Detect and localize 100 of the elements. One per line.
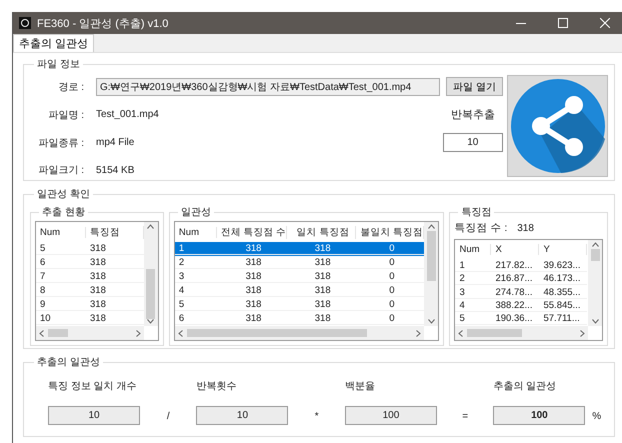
chevron-left-icon[interactable] <box>178 330 183 336</box>
chevron-right-icon[interactable] <box>580 330 585 336</box>
table-row[interactable]: 3 318 318 0 <box>174 270 424 284</box>
file-size: 5154 KB <box>96 164 134 176</box>
table-row[interactable]: 6 318 <box>36 256 144 270</box>
field-label: 추출의 일관성 <box>493 380 558 393</box>
group-title: 특징점 <box>460 206 492 219</box>
table-cell: 9 <box>36 299 86 311</box>
table-cell: 217.82... <box>491 260 540 272</box>
scrollbar-thumb[interactable] <box>426 231 436 281</box>
table-row[interactable]: 2 318 318 0 <box>174 256 424 270</box>
path-field[interactable]: G:₩연구₩2019년₩360실감형₩시험 자료₩TestData₩Test_001.mp4 <box>96 78 440 96</box>
chevron-up-icon[interactable] <box>147 224 154 229</box>
vertical-scrollbar[interactable] <box>588 240 602 326</box>
table-cell: 318 <box>216 285 286 297</box>
table-cell: 48.355... <box>539 286 588 299</box>
table-cell: 318 <box>216 313 286 325</box>
table-row[interactable]: 1 318 318 0 <box>174 242 424 256</box>
vertical-scrollbar[interactable] <box>424 222 438 326</box>
table-cell: 46.173... <box>539 273 588 286</box>
column-header[interactable]: 전체 특징점 수 <box>216 226 288 238</box>
chevron-down-icon[interactable] <box>147 319 154 324</box>
table-row[interactable]: 8 318 <box>36 284 144 298</box>
table-row[interactable]: 10 318 <box>36 312 144 326</box>
value-field: 10 <box>48 406 140 425</box>
tab[interactable]: 추출의 일관성 <box>13 34 94 52</box>
chevron-up-icon[interactable] <box>592 242 598 247</box>
horizontal-scrollbar[interactable] <box>174 326 424 340</box>
group-title: 추출 현황 <box>41 206 86 219</box>
table-cell: 1 <box>174 243 217 255</box>
file-name: Test_001.mp4 <box>96 109 159 120</box>
table-row[interactable]: 4 388.22... 55.845... <box>455 299 588 313</box>
horizontal-scrollbar[interactable] <box>455 326 588 340</box>
table-cell: 318 <box>286 257 356 269</box>
table-cell: 216.87... <box>491 273 540 286</box>
field-label: 파일종류 : <box>37 136 84 150</box>
vertical-scrollbar[interactable] <box>144 222 158 326</box>
scrollbar-thumb[interactable] <box>467 329 522 337</box>
group-title: 추출의 일관성 <box>36 356 101 369</box>
field-label: 백분율 <box>344 380 376 393</box>
field-label: 반복추출 <box>450 108 495 122</box>
field-label: 반복횟수 <box>196 380 238 393</box>
operator: * <box>314 411 320 424</box>
chevron-down-icon[interactable] <box>428 319 435 324</box>
table-cell: 3 <box>455 286 492 299</box>
table-row[interactable]: 5 190.36... 57.711... <box>455 312 588 326</box>
table-row[interactable]: 2 216.87... 46.173... <box>455 272 588 286</box>
minimize-icon <box>516 22 526 24</box>
field-label: 경로 : <box>57 80 84 94</box>
chevron-left-icon[interactable] <box>39 330 44 336</box>
column-header[interactable]: Num <box>455 244 492 256</box>
horizontal-scrollbar[interactable] <box>36 326 144 340</box>
table-cell: 190.36... <box>491 313 540 326</box>
table-cell: 318 <box>216 243 286 255</box>
column-header[interactable]: Y <box>539 244 588 256</box>
column-header[interactable]: Num <box>174 226 217 238</box>
chevron-down-icon[interactable] <box>592 319 598 324</box>
scrollbar-thumb[interactable] <box>590 249 600 261</box>
close-icon <box>600 18 610 28</box>
scrollbar-thumb[interactable] <box>48 329 68 337</box>
table-row[interactable]: 9 318 <box>36 298 144 312</box>
table-cell: 4 <box>455 300 492 312</box>
scrollbar-thumb[interactable] <box>186 329 367 337</box>
table-cell: 274.78... <box>491 286 540 299</box>
table-cell: 318 <box>216 271 286 283</box>
table-cell: 6 <box>36 257 86 269</box>
table-cell: 5 <box>174 299 217 311</box>
group-title: 일관성 <box>180 206 212 219</box>
chevron-left-icon[interactable] <box>458 330 464 336</box>
table-row[interactable]: 1 217.82... 39.623... <box>455 259 588 272</box>
table-row[interactable]: 4 318 318 0 <box>174 284 424 298</box>
table-row[interactable]: 5 318 <box>36 242 144 256</box>
column-header[interactable]: 일치 특징점 <box>287 226 356 238</box>
group-title: 일관성 확인 <box>36 188 91 201</box>
operator: % <box>591 411 602 424</box>
repeat-field[interactable]: 10 <box>442 133 503 152</box>
table-cell: 318 <box>286 313 356 325</box>
feature-count: 318 <box>517 222 534 234</box>
table-cell: 7 <box>36 271 86 283</box>
column-header[interactable]: X <box>491 244 540 256</box>
table-cell: 388.22... <box>491 300 540 312</box>
chevron-right-icon[interactable] <box>136 330 141 336</box>
table-cell: 39.623... <box>539 260 588 272</box>
value-field: 100 <box>493 406 586 425</box>
operator: = <box>461 411 470 424</box>
table-cell: 2 <box>455 273 492 286</box>
table-row[interactable]: 7 318 <box>36 270 144 284</box>
value-field: 100 <box>344 406 437 425</box>
column-header[interactable]: Num <box>36 226 86 238</box>
table-cell: 5 <box>36 243 86 255</box>
chevron-right-icon[interactable] <box>416 330 422 336</box>
table-cell: 4 <box>174 285 217 297</box>
table-row[interactable]: 5 318 318 0 <box>174 298 424 312</box>
chevron-up-icon[interactable] <box>428 224 435 229</box>
table-row[interactable]: 3 274.78... 48.355... <box>455 286 588 300</box>
table-cell: 318 <box>286 299 356 311</box>
scrollbar-thumb[interactable] <box>146 269 156 319</box>
table-row[interactable]: 6 318 318 0 <box>174 312 424 326</box>
table-cell: 318 <box>216 299 286 311</box>
open-file-button[interactable]: 파일 열기 <box>446 77 503 96</box>
